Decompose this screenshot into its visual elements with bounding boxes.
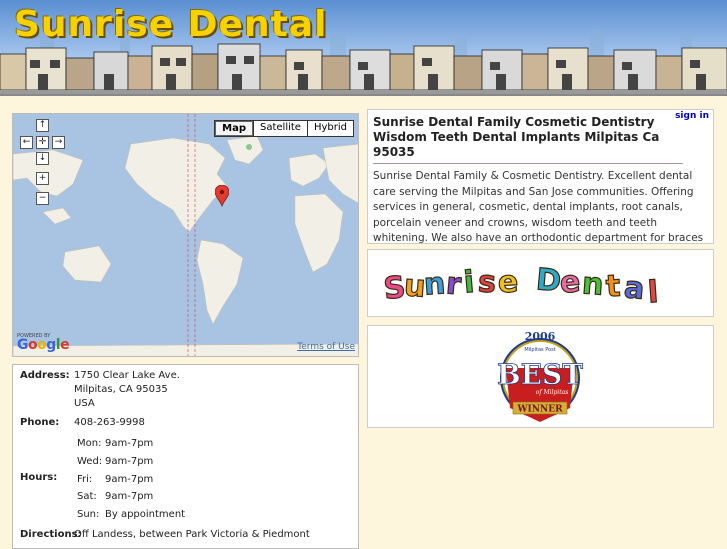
google-map[interactable]: ↑ ← ✛ → ↓ + − Map Satellite Hybrid POWER… — [12, 113, 359, 357]
address-line-3: USA — [74, 398, 95, 409]
svg-text:i: i — [462, 265, 475, 301]
directions-text: Off Landess, between Park Victoria & Pie… — [74, 529, 310, 540]
award-best: BEST — [497, 358, 583, 391]
hours-day-wed: Wed: — [77, 456, 103, 467]
practice-info-panel: Address: 1750 Clear Lake Ave. Milpitas, … — [12, 364, 359, 549]
hours-time-sat: 9am-7pm — [105, 491, 154, 502]
sign-in-link[interactable]: sign in — [675, 111, 709, 121]
address-line-1: 1750 Clear Lake Ave. — [74, 370, 180, 381]
right-column: sign in Sunrise Dental Family Cosmetic D… — [367, 109, 714, 428]
sunrise-dental-logo[interactable]: S u n r i s e D e n t a l — [368, 250, 713, 316]
site-title[interactable]: Sunrise Dental — [14, 4, 327, 45]
hours-label: Hours: — [20, 472, 58, 483]
best-of-milpitas-award-badge: 2006 Milpitas Post BEST of Milpitas WINN… — [497, 330, 584, 422]
logo-box: S u n r i s e D e n t a l — [367, 249, 714, 317]
pan-left-button[interactable]: ← — [20, 136, 33, 149]
hours-day-sun: Sun: — [77, 509, 100, 520]
hours-day-mon: Mon: — [77, 438, 102, 449]
hours-time-wed: 9am-7pm — [105, 456, 154, 467]
pan-right-button[interactable]: → — [52, 136, 65, 149]
google-logo[interactable]: Google — [17, 337, 70, 353]
award-of-milpitas: of Milpitas — [536, 389, 569, 396]
svg-text:e: e — [558, 264, 581, 301]
award-year: 2006 — [525, 330, 556, 343]
description-title: Sunrise Dental Family Cosmetic Dentistry… — [373, 115, 683, 164]
svg-text:n: n — [581, 266, 605, 302]
directions-label: Directions: — [20, 529, 82, 540]
map-type-satellite-button[interactable]: Satellite — [253, 121, 307, 136]
map-type-selector: Map Satellite Hybrid — [214, 120, 354, 137]
pan-up-button[interactable]: ↑ — [36, 119, 49, 132]
award-source: Milpitas Post — [524, 347, 555, 353]
svg-text:r: r — [445, 266, 463, 302]
location-marker-icon[interactable] — [215, 185, 229, 207]
zoom-out-button[interactable]: − — [36, 192, 49, 205]
hours-time-fri: 9am-7pm — [105, 474, 154, 485]
phone-number: 408-263-9998 — [74, 417, 145, 428]
svg-text:t: t — [605, 269, 622, 305]
description-box: sign in Sunrise Dental Family Cosmetic D… — [367, 109, 714, 275]
pan-down-button[interactable]: ↓ — [36, 152, 49, 165]
svg-text:a: a — [623, 270, 646, 307]
pan-center-button[interactable]: ✛ — [36, 136, 49, 149]
hours-day-sat: Sat: — [77, 491, 97, 502]
svg-text:l: l — [647, 275, 660, 311]
world-map[interactable] — [13, 114, 359, 357]
phone-label: Phone: — [20, 417, 60, 428]
hours-day-fri: Fri: — [77, 474, 93, 485]
award-box: 2006 Milpitas Post BEST of Milpitas WINN… — [367, 325, 714, 428]
svg-text:s: s — [477, 264, 497, 300]
hours-time-mon: 9am-7pm — [105, 438, 154, 449]
site-header: Sunrise Dental — [0, 0, 727, 96]
award-winner: WINNER — [516, 405, 563, 415]
address-line-2: Milpitas, CA 95035 — [74, 384, 168, 395]
map-type-map-button[interactable]: Map — [215, 121, 253, 136]
terms-of-use-link[interactable]: Terms of Use — [297, 342, 355, 352]
svg-text:e: e — [497, 264, 519, 300]
svg-text:n: n — [423, 266, 447, 302]
address-label: Address: — [20, 370, 70, 381]
map-type-hybrid-button[interactable]: Hybrid — [306, 121, 353, 136]
hours-time-sun: By appointment — [105, 509, 186, 520]
zoom-in-button[interactable]: + — [36, 172, 49, 185]
